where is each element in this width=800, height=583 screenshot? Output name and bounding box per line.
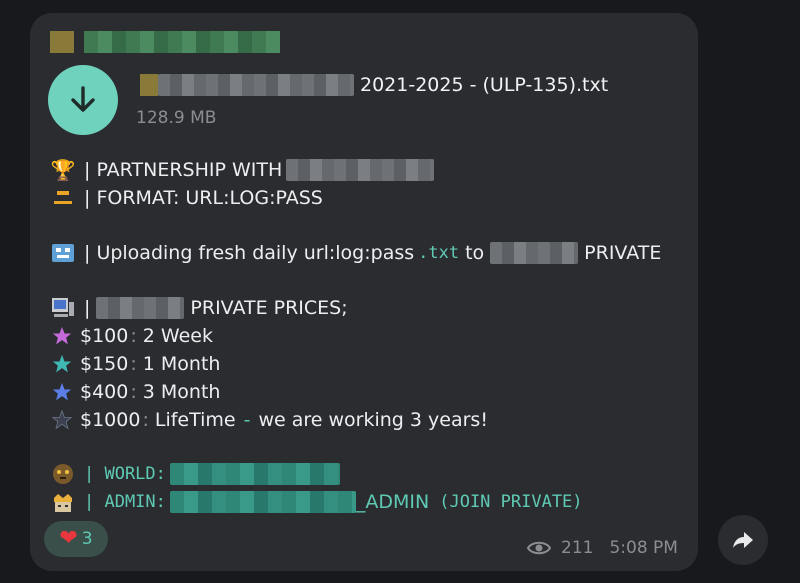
partnership-line: 🏆 | PARTNERSHIP WITH [48, 156, 435, 184]
world-line: | WORLD: [48, 460, 340, 488]
view-count: 211 [561, 538, 594, 558]
underline-bar-icon [48, 184, 78, 212]
file-download-button[interactable] [48, 65, 118, 135]
heart-icon: ❤ [59, 526, 78, 551]
file-name[interactable]: 2021-2025 - (ULP-135).txt [140, 72, 608, 98]
robot-face-icon [48, 239, 78, 267]
file-name-redacted [140, 74, 158, 96]
price-row: $100 : 2 Week [48, 322, 213, 350]
price-row: $1000 : LifeTime - we are working 3 year… [48, 406, 488, 434]
price-row: $150 : 1 Month [48, 350, 220, 378]
price-row: $400 : 3 Month [48, 378, 220, 406]
file-name-redacted-text [158, 74, 354, 96]
admin-link-suffix[interactable]: _ADMIN [356, 491, 429, 513]
file-size: 128.9 MB [136, 108, 217, 128]
message-meta: 211 5:08 PM [527, 538, 678, 558]
blue-star-icon [48, 378, 76, 406]
king-face-icon [48, 488, 78, 516]
admin-line: | ADMIN: _ADMIN (JOIN PRIVATE) [48, 488, 583, 516]
purple-star-icon [48, 322, 76, 350]
world-link-redacted[interactable] [169, 463, 340, 485]
teal-star-icon [48, 350, 76, 378]
channel-name-redacted [96, 297, 185, 319]
forward-arrow-icon [733, 532, 753, 548]
trophy-icon: 🏆 [50, 158, 76, 182]
prices-header: | PRIVATE PRICES; [48, 294, 348, 322]
download-arrow-icon [71, 86, 95, 112]
admin-link-redacted[interactable] [169, 491, 356, 513]
dark-star-icon [48, 406, 76, 434]
format-line: | FORMAT: URL:LOG:PASS [48, 184, 323, 212]
upload-line: | Uploading fresh daily url:log:pass .tx… [48, 239, 661, 267]
eye-icon [527, 541, 551, 555]
computer-icon [48, 294, 78, 322]
tiger-face-icon [48, 460, 78, 488]
channel-name-redacted [490, 242, 579, 264]
message-time: 5:08 PM [609, 538, 678, 558]
sender-name-redacted [50, 31, 280, 53]
heart-reaction[interactable]: ❤ 3 [44, 521, 108, 557]
partner-name-redacted [286, 159, 435, 181]
forward-button[interactable] [718, 515, 768, 565]
